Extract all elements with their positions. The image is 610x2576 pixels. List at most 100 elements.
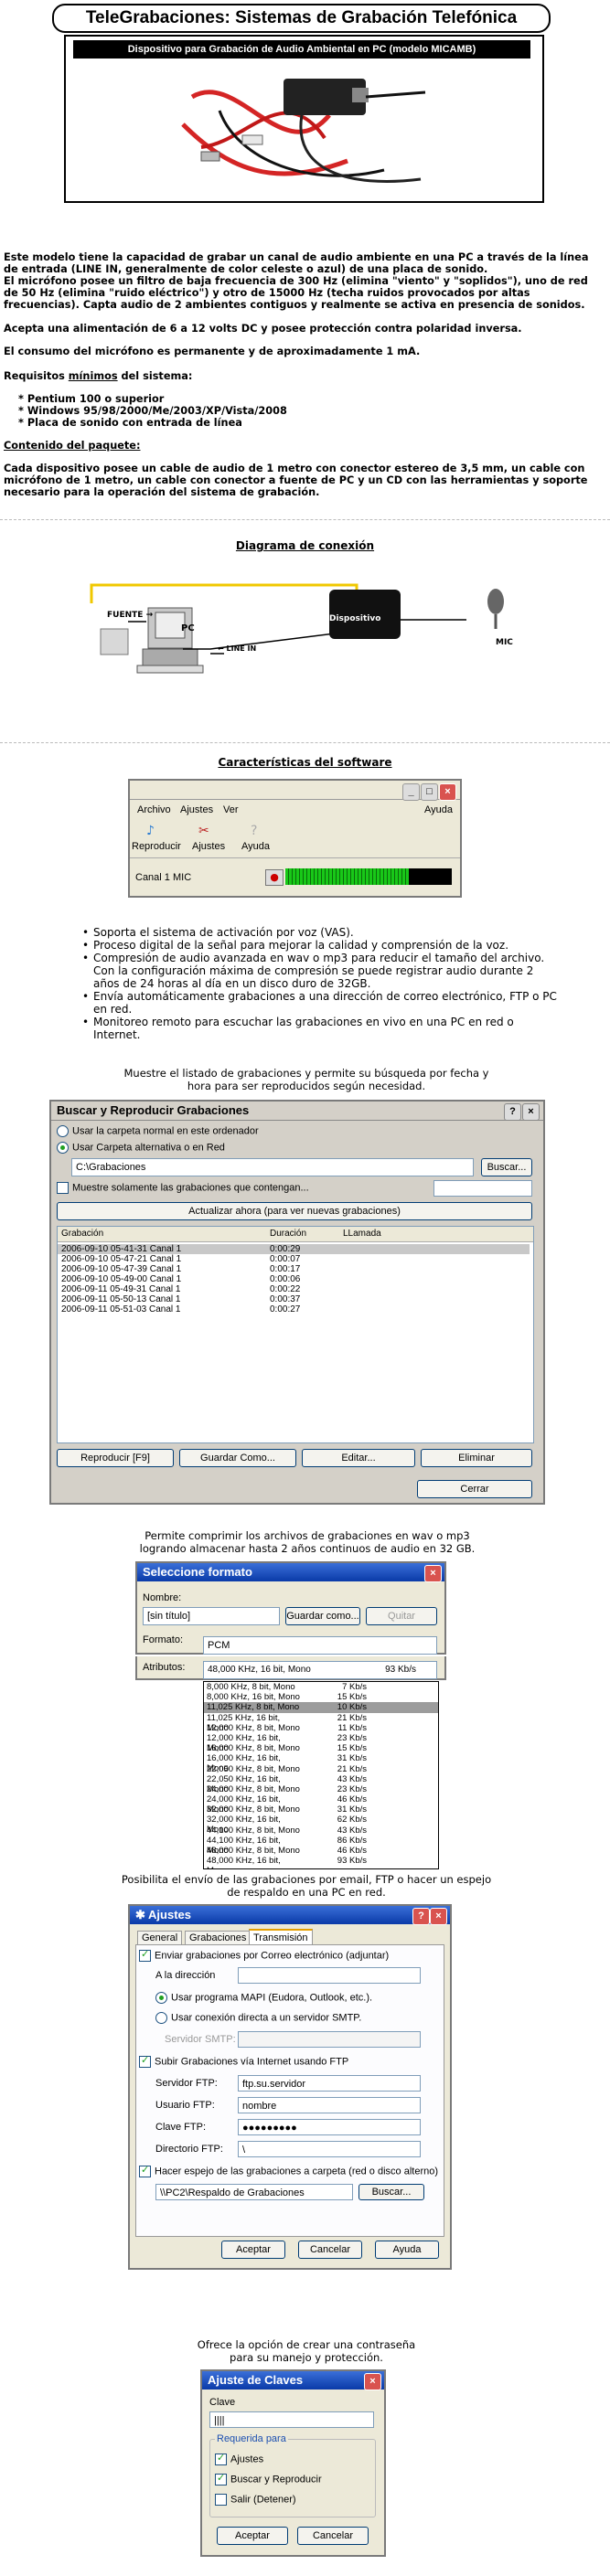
play-button[interactable]: Reproducir [F9] bbox=[57, 1449, 174, 1467]
table-row[interactable]: 2006-09-10 05-47-21 Canal 1 0:00:07 bbox=[58, 1254, 530, 1264]
format-option[interactable]: 32,000 KHz, 16 bit, Mono 62 Kb/s bbox=[204, 1815, 438, 1835]
browse-button[interactable]: Buscar... bbox=[481, 1158, 532, 1176]
email-checkbox[interactable]: Enviar grabaciones por Correo electrónic… bbox=[139, 1948, 389, 1962]
menu-archivo[interactable]: Archivo bbox=[137, 804, 171, 815]
save-as-button[interactable]: Guardar Como... bbox=[179, 1449, 296, 1467]
save-as-button[interactable]: Guardar como... bbox=[285, 1607, 360, 1625]
tool-ajustes[interactable]: Ajustes bbox=[192, 841, 225, 852]
record-icon[interactable]: ● bbox=[265, 869, 284, 886]
cancel-button[interactable]: Cancelar bbox=[297, 2527, 369, 2545]
close-button[interactable]: × bbox=[439, 783, 456, 801]
label-mic: MIC bbox=[496, 638, 513, 647]
table-row[interactable]: 2006-09-10 05-41-31 Canal 1 0:00:29 bbox=[58, 1244, 530, 1254]
ftp-server-field[interactable]: ftp.su.servidor bbox=[238, 2075, 421, 2092]
menu-ver[interactable]: Ver bbox=[223, 804, 239, 815]
browse-button[interactable]: Buscar... bbox=[359, 2184, 424, 2200]
tool-reproducir[interactable]: Reproducir bbox=[132, 841, 181, 852]
help-button[interactable]: ? bbox=[504, 1103, 521, 1121]
clave-field[interactable]: |||| bbox=[209, 2411, 374, 2428]
option-attributes: 24,000 KHz, 8 bit, Mono bbox=[207, 1783, 300, 1794]
option-rate: 31 Kb/s bbox=[337, 1753, 367, 1764]
cancel-button[interactable]: Cancelar bbox=[298, 2241, 362, 2259]
option-alt-folder[interactable]: Usar Carpeta alternativa o en Red bbox=[57, 1142, 225, 1154]
format-option[interactable]: 11,025 KHz, 16 bit, Mono 21 Kb/s bbox=[204, 1713, 438, 1733]
col-llamada[interactable]: LLamada bbox=[343, 1229, 381, 1239]
menu-ayuda[interactable]: Ayuda bbox=[424, 804, 453, 815]
filter-checkbox[interactable]: Muestre solamente las grabaciones que co… bbox=[57, 1182, 309, 1194]
col-grabacion[interactable]: Grabación bbox=[61, 1229, 103, 1239]
format-option[interactable]: 22,050 KHz, 16 bit, Mono 43 Kb/s bbox=[204, 1774, 438, 1794]
format-option[interactable]: 44,100 KHz, 8 bit, Mono 43 Kb/s bbox=[204, 1826, 438, 1836]
name-select[interactable]: [sin título] bbox=[143, 1607, 280, 1625]
table-row[interactable]: 2006-09-11 05-50-13 Canal 1 0:00:37 bbox=[58, 1294, 530, 1304]
filter-input[interactable] bbox=[433, 1180, 532, 1197]
smtp-server-field[interactable] bbox=[238, 2031, 421, 2048]
table-row[interactable]: 2006-09-10 05-49-00 Canal 1 0:00:06 bbox=[58, 1274, 530, 1284]
format-option[interactable]: 48,000 KHz, 16 bit, Mono 93 Kb/s bbox=[204, 1856, 438, 1868]
close-button[interactable]: × bbox=[522, 1103, 540, 1121]
close-button[interactable]: × bbox=[430, 1908, 447, 1925]
table-row[interactable]: 2006-09-11 05-49-31 Canal 1 0:00:22 bbox=[58, 1284, 530, 1294]
checkbox-buscar[interactable]: Buscar y Reproducir bbox=[215, 2472, 322, 2486]
recordings-list[interactable]: Grabación Duración LLamada 2006-09-10 05… bbox=[57, 1226, 534, 1443]
table-row[interactable]: 2006-09-10 05-47-39 Canal 1 0:00:17 bbox=[58, 1264, 530, 1274]
format-option[interactable]: 12,000 KHz, 16 bit, Mono 23 Kb/s bbox=[204, 1733, 438, 1753]
format-option[interactable]: 32,000 KHz, 8 bit, Mono 31 Kb/s bbox=[204, 1804, 438, 1815]
format-option[interactable]: 24,000 KHz, 16 bit, Mono 46 Kb/s bbox=[204, 1794, 438, 1815]
format-label: Formato: bbox=[143, 1634, 184, 1645]
format-option[interactable]: 24,000 KHz, 8 bit, Mono 23 Kb/s bbox=[204, 1784, 438, 1794]
folder-path-field[interactable]: C:\Grabaciones bbox=[71, 1158, 474, 1176]
recording-name: 2006-09-10 05-47-39 Canal 1 bbox=[61, 1264, 182, 1274]
mapi-radio[interactable]: Usar programa MAPI (Eudora, Outlook, etc… bbox=[155, 1992, 372, 2004]
edit-button[interactable]: Editar... bbox=[302, 1449, 415, 1467]
maximize-button[interactable]: □ bbox=[421, 783, 438, 801]
checkbox-ajustes[interactable]: Ajustes bbox=[215, 2452, 263, 2465]
ok-button[interactable]: Aceptar bbox=[217, 2527, 288, 2545]
format-option[interactable]: 48,000 KHz, 8 bit, Mono 46 Kb/s bbox=[204, 1846, 438, 1856]
remove-button[interactable]: Quitar bbox=[366, 1607, 437, 1625]
col-duracion[interactable]: Duración bbox=[270, 1229, 306, 1239]
format-option[interactable]: 16,000 KHz, 8 bit, Mono 15 Kb/s bbox=[204, 1743, 438, 1753]
software-heading: Características del software bbox=[218, 756, 392, 769]
help-button[interactable]: ? bbox=[412, 1908, 430, 1925]
menu-ajustes[interactable]: Ajustes bbox=[180, 804, 213, 815]
tab-grabaciones[interactable]: Grabaciones bbox=[185, 1931, 251, 1945]
delete-button[interactable]: Eliminar bbox=[421, 1449, 532, 1467]
ftp-pass-field[interactable]: ●●●●●●●●● bbox=[238, 2119, 421, 2135]
ok-button[interactable]: Aceptar bbox=[221, 2241, 285, 2259]
tab-general[interactable]: General bbox=[137, 1931, 183, 1945]
format-option[interactable]: 22,050 KHz, 8 bit, Mono 21 Kb/s bbox=[204, 1764, 438, 1774]
mirror-checkbox[interactable]: Hacer espejo de las grabaciones a carpet… bbox=[139, 2164, 438, 2177]
recording-name: 2006-09-11 05-49-31 Canal 1 bbox=[61, 1284, 181, 1294]
ftp-dir-field[interactable]: \ bbox=[238, 2141, 421, 2157]
format-option[interactable]: 44,100 KHz, 16 bit, Mono 86 Kb/s bbox=[204, 1836, 438, 1856]
option-normal-folder[interactable]: Usar la carpeta normal en este ordenador bbox=[57, 1125, 259, 1137]
checkbox-salir[interactable]: Salir (Detener) bbox=[215, 2494, 296, 2506]
close-button[interactable]: × bbox=[364, 2373, 381, 2390]
tool-ayuda[interactable]: Ayuda bbox=[241, 841, 270, 852]
close-dialog-button[interactable]: Cerrar bbox=[417, 1480, 532, 1498]
ftp-dir-label: Directorio FTP: bbox=[155, 2144, 223, 2155]
smtp-radio[interactable]: Usar conexión directa a un servidor SMTP… bbox=[155, 2012, 361, 2024]
recording-name: 2006-09-10 05-47-21 Canal 1 bbox=[61, 1254, 182, 1264]
ftp-user-field[interactable]: nombre bbox=[238, 2097, 421, 2113]
minimize-button[interactable]: _ bbox=[402, 783, 420, 801]
table-row[interactable]: 2006-09-11 05-51-03 Canal 1 0:00:27 bbox=[58, 1304, 530, 1315]
format-select[interactable]: PCM bbox=[203, 1636, 437, 1655]
format-option[interactable]: 11,025 KHz, 8 bit, Mono 10 Kb/s bbox=[204, 1702, 438, 1713]
ftp-checkbox[interactable]: Subir Grabaciones vía Internet usando FT… bbox=[139, 2054, 348, 2068]
close-button[interactable]: × bbox=[424, 1565, 442, 1582]
format-option[interactable]: 8,000 KHz, 16 bit, Mono 15 Kb/s bbox=[204, 1692, 438, 1702]
format-option[interactable]: 8,000 KHz, 8 bit, Mono 7 Kb/s bbox=[204, 1682, 438, 1692]
attributes-dropdown[interactable]: 8,000 KHz, 8 bit, Mono 7 Kb/s 8,000 KHz, 1… bbox=[203, 1681, 439, 1869]
update-button[interactable]: Actualizar ahora (para ver nuevas grabac… bbox=[57, 1202, 532, 1220]
mirror-path-field[interactable]: \\PC2\Respaldo de Grabaciones bbox=[155, 2184, 353, 2200]
tab-transmision[interactable]: Transmisión bbox=[249, 1929, 313, 1945]
attributes-select[interactable]: 48,000 KHz, 16 bit, Mono 93 Kb/s bbox=[203, 1661, 437, 1679]
format-option[interactable]: 12,000 KHz, 8 bit, Mono 11 Kb/s bbox=[204, 1723, 438, 1733]
help-dialog-button[interactable]: Ayuda bbox=[375, 2241, 439, 2259]
password-window: Ajuste de Claves × Clave |||| Requerida … bbox=[200, 2369, 386, 2557]
recording-duration: 0:00:22 bbox=[270, 1284, 301, 1294]
email-to-field[interactable] bbox=[238, 1967, 421, 1984]
format-option[interactable]: 16,000 KHz, 16 bit, Mono 31 Kb/s bbox=[204, 1753, 438, 1773]
